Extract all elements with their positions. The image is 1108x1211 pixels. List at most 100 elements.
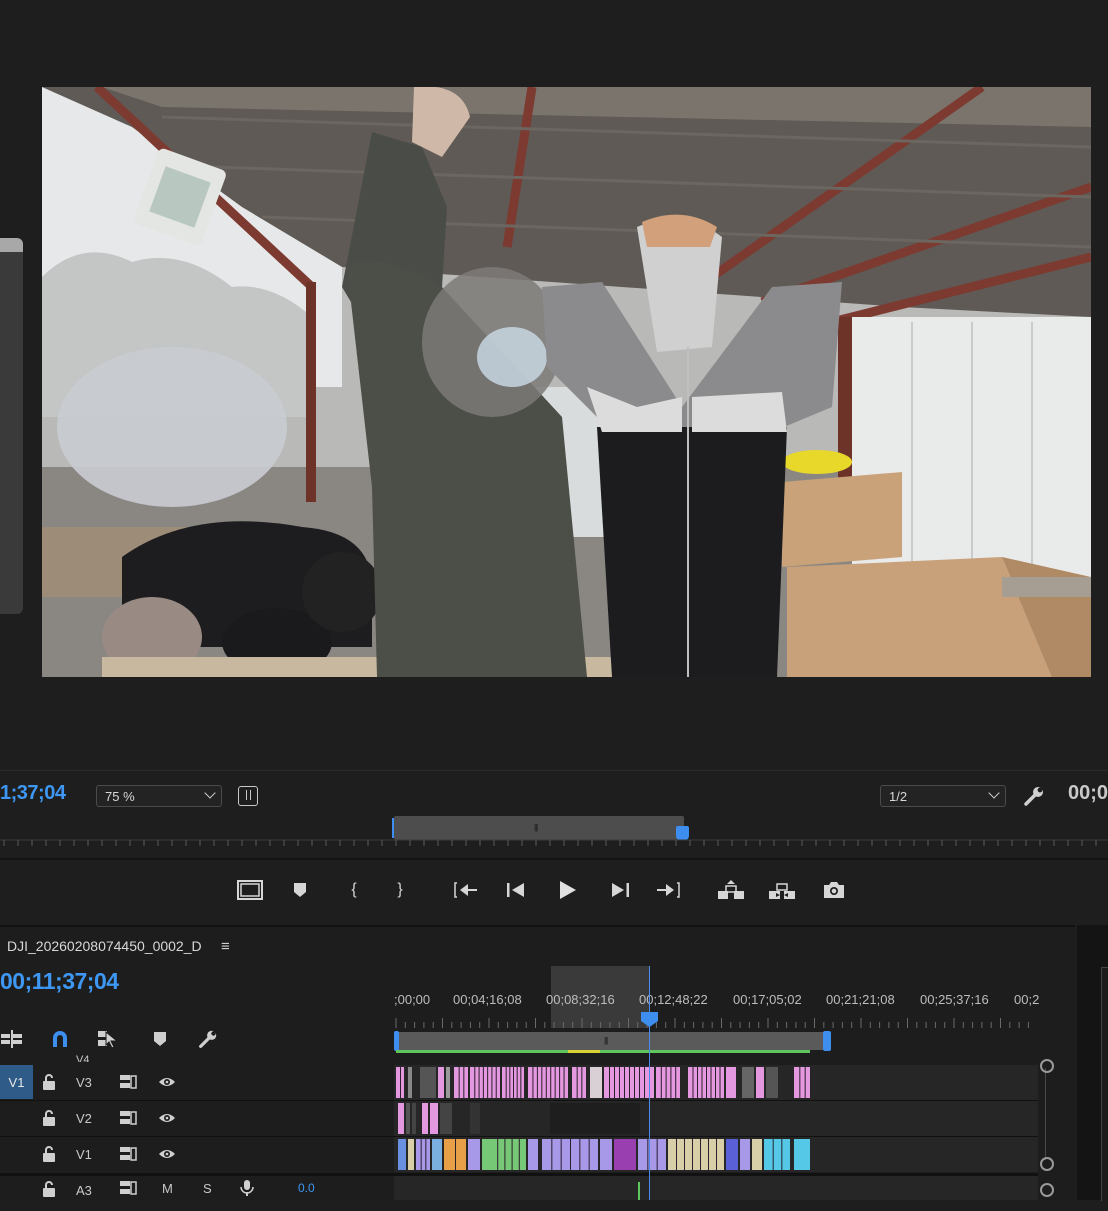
clip[interactable]	[550, 1103, 640, 1134]
track-lane-a3[interactable]	[394, 1176, 1038, 1200]
clip[interactable]	[726, 1067, 736, 1098]
play-button[interactable]	[553, 876, 581, 904]
add-marker-button[interactable]	[286, 876, 314, 904]
timeline-scroll-handle-left[interactable]	[394, 1031, 399, 1051]
track-lane-v3[interactable]	[394, 1065, 1038, 1100]
sync-lock-icon[interactable]	[119, 1109, 137, 1127]
audio-scroll-handle[interactable]	[1040, 1183, 1054, 1197]
clip[interactable]	[430, 1103, 438, 1134]
sequence-tab-title[interactable]: DJI_20260208074450_0002_D	[7, 938, 202, 954]
lift-button[interactable]	[717, 876, 745, 904]
export-frame-button[interactable]	[820, 876, 848, 904]
vertical-scroll-handle-bottom[interactable]	[1040, 1157, 1054, 1171]
insert-nest-toggle[interactable]	[0, 1027, 24, 1051]
source-patch-v1[interactable]: V1	[0, 1065, 33, 1099]
clip[interactable]	[454, 1067, 468, 1098]
eye-icon[interactable]	[158, 1109, 176, 1127]
sync-lock-icon[interactable]	[119, 1145, 137, 1163]
panel-menu-icon[interactable]: ≡	[221, 938, 230, 955]
clip[interactable]	[638, 1139, 666, 1170]
go-to-out-icon	[657, 882, 680, 898]
ruler-label: 00;04;16;08	[453, 992, 522, 1007]
lock-open-icon[interactable]	[40, 1180, 58, 1198]
track-volume-value[interactable]: 0.0	[298, 1181, 315, 1195]
clip[interactable]	[528, 1067, 568, 1098]
clip[interactable]	[490, 1139, 526, 1170]
clip[interactable]	[764, 1139, 790, 1170]
clip[interactable]	[412, 1103, 416, 1134]
timeline-playhead-line	[649, 966, 650, 1200]
clip[interactable]	[408, 1067, 412, 1098]
ruler-label: 00;08;32;16	[546, 992, 615, 1007]
timeline-settings-button[interactable]	[196, 1027, 220, 1051]
monitor-time-ruler[interactable]	[0, 834, 1108, 854]
clip[interactable]	[432, 1139, 442, 1170]
timeline-vertical-scrollbar[interactable]	[1045, 1068, 1046, 1160]
clip[interactable]	[482, 1139, 490, 1170]
clip[interactable]	[752, 1139, 762, 1170]
lock-open-icon[interactable]	[40, 1145, 58, 1163]
timeline-zoom-scrollbar[interactable]: |||	[396, 1032, 824, 1050]
clip[interactable]	[794, 1139, 810, 1170]
linked-selection-toggle[interactable]	[96, 1027, 120, 1051]
clip[interactable]	[440, 1103, 452, 1134]
clips-v3[interactable]	[394, 1065, 1038, 1100]
zoom-level-dropdown[interactable]: 75 %	[96, 785, 222, 807]
snap-toggle[interactable]	[48, 1027, 72, 1051]
clip[interactable]	[600, 1139, 612, 1170]
track-lane-v2[interactable]	[394, 1101, 1038, 1136]
playback-resolution-dropdown[interactable]: 1/2	[880, 785, 1006, 807]
clip[interactable]	[528, 1139, 538, 1170]
track-lane-v1[interactable]	[394, 1137, 1038, 1172]
clip[interactable]	[614, 1139, 636, 1170]
wrench-settings-icon[interactable]	[1022, 784, 1046, 808]
clip[interactable]	[740, 1139, 750, 1170]
lock-open-icon[interactable]	[40, 1109, 58, 1127]
sync-lock-icon[interactable]	[119, 1179, 137, 1197]
program-playhead-timecode[interactable]: 1;37;04	[0, 782, 66, 805]
clip[interactable]	[590, 1067, 602, 1098]
step-forward-button[interactable]	[606, 876, 634, 904]
step-back-button[interactable]	[502, 876, 530, 904]
clip[interactable]	[766, 1067, 778, 1098]
clip[interactable]	[572, 1067, 586, 1098]
nest-sequence-icon	[1, 1030, 22, 1048]
clip[interactable]	[408, 1139, 414, 1170]
go-to-in-button[interactable]	[452, 876, 480, 904]
eye-icon[interactable]	[158, 1145, 176, 1163]
extract-button[interactable]	[768, 876, 796, 904]
clips-v1[interactable]	[394, 1137, 1038, 1172]
clip[interactable]	[422, 1103, 428, 1134]
clip[interactable]	[470, 1103, 480, 1134]
mark-in-button[interactable]: {	[340, 876, 368, 904]
mark-out-button[interactable]: }	[386, 876, 414, 904]
microphone-icon[interactable]	[238, 1179, 256, 1197]
clip[interactable]	[398, 1139, 406, 1170]
safe-margins-button[interactable]	[236, 876, 264, 904]
clip[interactable]	[742, 1067, 754, 1098]
clip[interactable]	[656, 1067, 680, 1098]
clip[interactable]	[446, 1067, 450, 1098]
solo-track-button[interactable]: S	[203, 1181, 212, 1196]
clip[interactable]	[416, 1139, 430, 1170]
timeline-time-ruler[interactable]	[394, 1016, 1034, 1028]
clips-v2[interactable]	[394, 1101, 1038, 1136]
sync-lock-icon[interactable]	[119, 1073, 137, 1091]
clip[interactable]	[420, 1067, 436, 1098]
lock-open-icon[interactable]	[40, 1073, 58, 1091]
clip[interactable]	[756, 1067, 764, 1098]
clip[interactable]	[794, 1067, 810, 1098]
sequence-playhead-timecode[interactable]: 00;11;37;04	[0, 968, 119, 995]
clip[interactable]	[726, 1139, 738, 1170]
clip[interactable]	[438, 1067, 444, 1098]
clip[interactable]	[398, 1103, 404, 1134]
go-to-out-button[interactable]	[654, 876, 682, 904]
clip[interactable]	[406, 1103, 410, 1134]
add-marker-timeline-button[interactable]	[148, 1027, 172, 1051]
mute-track-button[interactable]: M	[162, 1181, 173, 1196]
vertical-scroll-handle-top[interactable]	[1040, 1059, 1054, 1073]
fit-frame-toggle-icon[interactable]	[238, 786, 258, 806]
timeline-scroll-handle-right[interactable]	[823, 1031, 831, 1051]
eye-icon[interactable]	[158, 1073, 176, 1091]
clip[interactable]	[468, 1139, 480, 1170]
